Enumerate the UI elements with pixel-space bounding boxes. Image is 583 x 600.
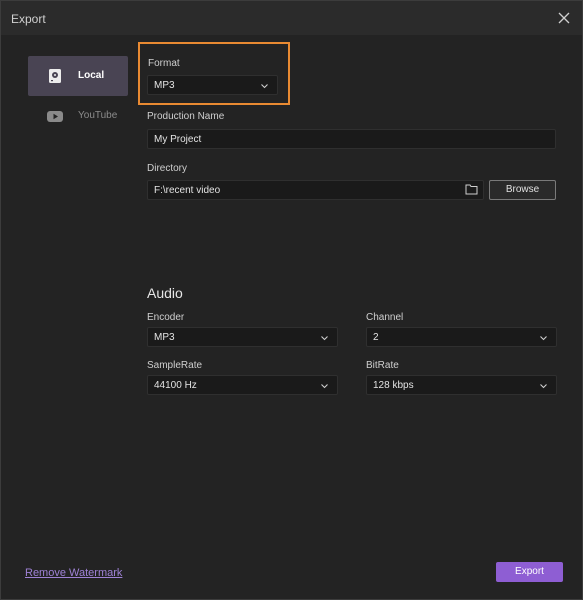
sidebar-item-label: Local xyxy=(78,70,105,81)
sidebar-item-youtube[interactable]: YouTube xyxy=(28,96,128,136)
youtube-icon xyxy=(47,108,63,124)
format-select[interactable]: MP3 xyxy=(147,75,278,95)
directory-label: Directory xyxy=(147,163,188,174)
browse-button[interactable]: Browse xyxy=(489,180,556,200)
dialog-title: Export xyxy=(11,12,46,26)
format-value: MP3 xyxy=(154,80,175,91)
production-name-label: Production Name xyxy=(147,111,225,122)
local-drive-icon xyxy=(47,68,63,84)
sidebar-item-label: YouTube xyxy=(78,110,118,121)
remove-watermark-link[interactable]: Remove Watermark xyxy=(25,567,122,579)
samplerate-select[interactable]: 44100 Hz xyxy=(147,375,338,395)
bitrate-select[interactable]: 128 kbps xyxy=(366,375,557,395)
encoder-value: MP3 xyxy=(154,332,175,343)
chevron-down-icon xyxy=(320,381,329,389)
channel-label: Channel xyxy=(366,312,404,323)
directory-value: F:\recent video xyxy=(154,185,221,196)
directory-input[interactable]: F:\recent video xyxy=(147,180,484,200)
channel-value: 2 xyxy=(373,332,379,343)
close-icon[interactable] xyxy=(556,10,572,26)
format-label: Format xyxy=(148,58,180,69)
samplerate-value: 44100 Hz xyxy=(154,380,197,391)
chevron-down-icon xyxy=(539,333,548,341)
export-button[interactable]: Export xyxy=(496,562,563,582)
bitrate-value: 128 kbps xyxy=(373,380,414,391)
chevron-down-icon xyxy=(539,381,548,389)
sidebar-item-local[interactable]: Local xyxy=(28,56,128,96)
format-highlight xyxy=(138,42,290,105)
channel-select[interactable]: 2 xyxy=(366,327,557,347)
chevron-down-icon xyxy=(260,81,269,89)
title-bar: Export xyxy=(1,1,582,35)
export-dialog: Export Local YouTube Format MP3 Producti… xyxy=(0,0,583,600)
chevron-down-icon xyxy=(320,333,329,341)
folder-icon[interactable] xyxy=(465,183,478,195)
bitrate-label: BitRate xyxy=(366,360,399,371)
production-name-input[interactable]: My Project xyxy=(147,129,556,149)
samplerate-label: SampleRate xyxy=(147,360,203,371)
audio-section-title: Audio xyxy=(147,285,183,301)
encoder-label: Encoder xyxy=(147,312,185,323)
production-name-value: My Project xyxy=(154,134,202,145)
encoder-select[interactable]: MP3 xyxy=(147,327,338,347)
